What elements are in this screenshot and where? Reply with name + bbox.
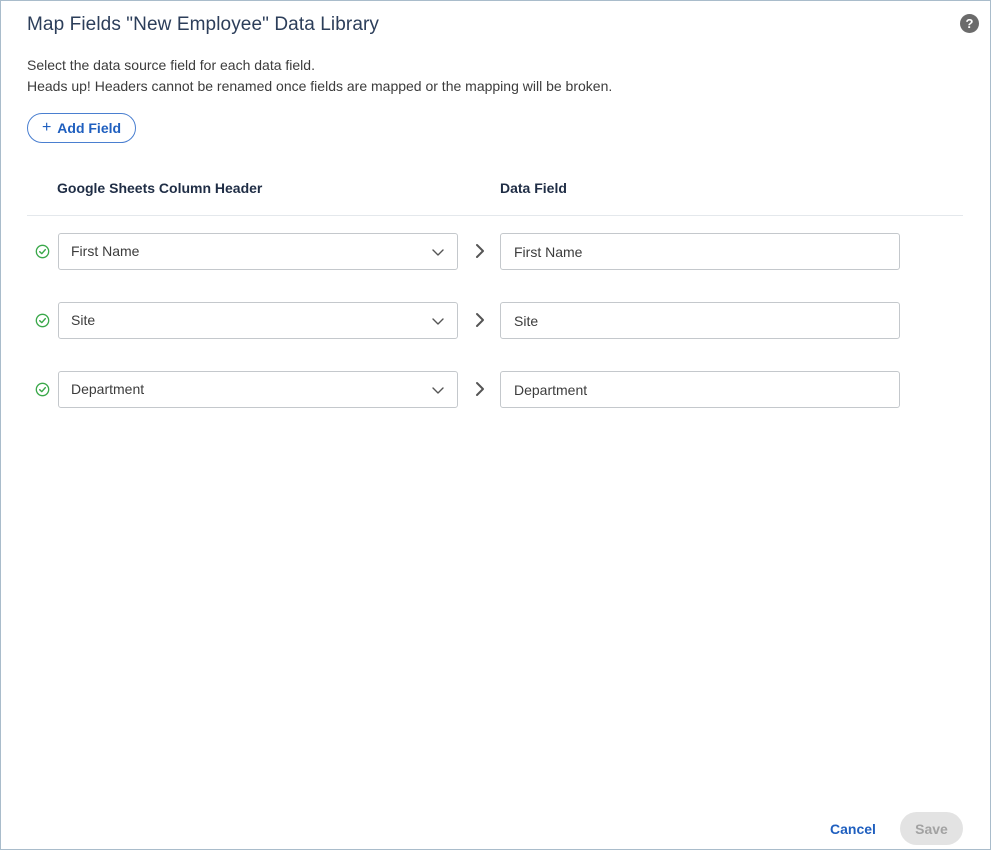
source-column-select[interactable]: Site	[58, 302, 458, 339]
chevron-down-icon	[432, 318, 444, 325]
save-button[interactable]: Save	[900, 812, 963, 845]
cancel-button[interactable]: Cancel	[819, 813, 887, 845]
data-field-input[interactable]	[500, 233, 900, 270]
description-line-1: Select the data source field for each da…	[27, 57, 315, 73]
chevron-down-icon	[432, 387, 444, 394]
help-icon[interactable]: ?	[960, 14, 979, 33]
chevron-down-icon	[432, 249, 444, 256]
plus-icon: +	[41, 119, 52, 136]
map-fields-dialog: Map Fields "New Employee" Data Library ?…	[0, 0, 991, 850]
add-field-label: Add Field	[57, 120, 122, 136]
dialog-title: Map Fields "New Employee" Data Library	[27, 14, 380, 35]
target-column-header: Data Field	[500, 180, 567, 196]
mapping-row: First Name	[1, 233, 991, 271]
mapping-row: Site	[1, 302, 991, 340]
chevron-right-icon	[476, 382, 484, 396]
data-field-input[interactable]	[500, 302, 900, 339]
source-column-select[interactable]: Department	[58, 371, 458, 408]
description-line-2: Heads up! Headers cannot be renamed once…	[27, 78, 613, 94]
chevron-right-icon	[476, 244, 484, 258]
source-column-value: Department	[71, 381, 145, 397]
source-column-value: First Name	[71, 243, 140, 259]
add-field-button[interactable]: + Add Field	[27, 113, 136, 143]
check-circle-icon	[35, 313, 50, 328]
check-circle-icon	[35, 244, 50, 259]
chevron-right-icon	[476, 313, 484, 327]
header-divider	[27, 215, 963, 216]
mapping-row: Department	[1, 371, 991, 409]
source-column-header: Google Sheets Column Header	[57, 180, 263, 196]
source-column-value: Site	[71, 312, 96, 328]
check-circle-icon	[35, 382, 50, 397]
data-field-input[interactable]	[500, 371, 900, 408]
source-column-select[interactable]: First Name	[58, 233, 458, 270]
